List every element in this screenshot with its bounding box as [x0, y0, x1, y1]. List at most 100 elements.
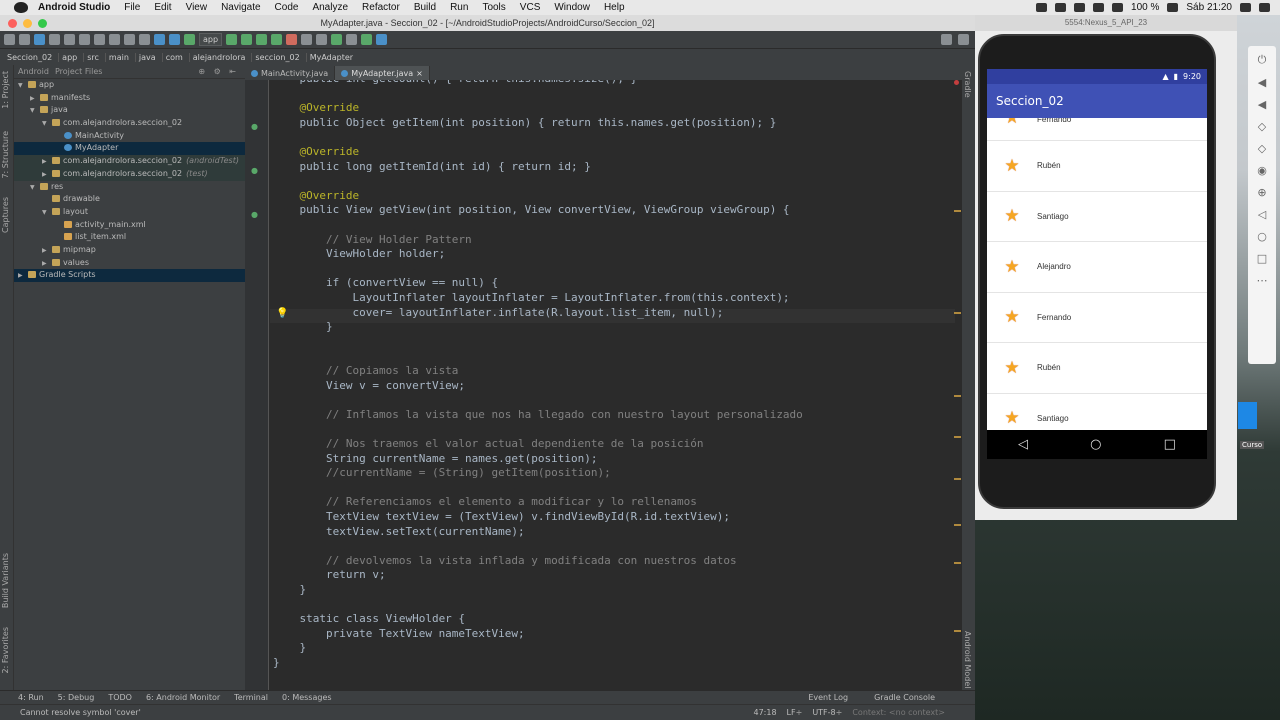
breadcrumb-item[interactable]: Seccion_02 — [4, 52, 60, 62]
breadcrumb-item[interactable]: app — [59, 52, 85, 62]
status-icon[interactable] — [1074, 3, 1086, 12]
status-icon[interactable] — [1036, 3, 1048, 12]
code-line[interactable]: cover= layoutInflater.inflate(R.layout.l… — [273, 306, 723, 321]
warning-marker[interactable] — [954, 562, 961, 564]
sdk-manager-icon[interactable] — [316, 34, 328, 45]
code-line[interactable]: private TextView nameTextView; — [273, 627, 525, 642]
file-encoding[interactable]: UTF-8÷ — [812, 708, 842, 717]
tab-terminal[interactable]: Terminal — [234, 693, 268, 702]
run-config-select[interactable]: app — [199, 33, 223, 46]
warning-marker[interactable] — [954, 210, 961, 212]
apply-changes-icon[interactable] — [271, 34, 283, 45]
more-icon[interactable]: ⋯ — [1257, 274, 1268, 287]
tab-event-log[interactable]: Event Log — [808, 693, 848, 702]
list-item[interactable]: ★ Santiago — [987, 192, 1207, 242]
home-icon[interactable]: ○ — [1090, 437, 1101, 452]
list-item[interactable]: ★ Rubén — [987, 141, 1207, 192]
tab-android-model[interactable]: Android Model — [963, 631, 972, 689]
find-icon[interactable] — [124, 34, 135, 45]
menu-refactor[interactable]: Refactor — [362, 2, 400, 13]
forward-icon[interactable] — [169, 34, 180, 45]
list-item[interactable]: ★Fernando — [987, 118, 1207, 141]
tree-item[interactable]: list_item.xml — [14, 231, 245, 244]
menu-edit[interactable]: Edit — [154, 2, 171, 13]
tree-item[interactable]: ▶ com.alejandrolora.seccion_02 (test) — [14, 167, 245, 181]
back-icon[interactable]: ◁ — [1018, 437, 1028, 452]
zoom-window-button[interactable] — [38, 19, 47, 28]
tree-item[interactable]: ▶ com.alejandrolora.seccion_02 (androidTes… — [14, 155, 245, 168]
apple-icon[interactable] — [14, 2, 28, 13]
code-line[interactable]: TextView textView = (TextView) v.findVie… — [273, 510, 730, 525]
project-view-tab-android[interactable]: Android — [18, 67, 49, 76]
debug-icon[interactable] — [241, 34, 253, 45]
list-item[interactable]: ★Fernando — [987, 293, 1207, 343]
tree-item[interactable]: ▶ values — [14, 257, 245, 270]
tab-debug[interactable]: 5: Debug — [58, 693, 95, 702]
code-line[interactable]: // devolvemos la vista inflada y modific… — [273, 554, 737, 569]
menu-vcs[interactable]: VCS — [520, 2, 541, 13]
code-line[interactable]: // Nos traemos el valor actual dependien… — [273, 437, 704, 452]
overview-icon[interactable]: □ — [1257, 252, 1267, 265]
tree-item[interactable]: ▶ Gradle Scripts — [14, 269, 245, 282]
code-line[interactable]: LayoutInflater layoutInflater = LayoutIn… — [273, 291, 789, 306]
warning-marker[interactable] — [954, 478, 961, 480]
code-line[interactable]: //currentName = (String) getItem(positio… — [273, 466, 611, 481]
override-marker-icon[interactable]: ● — [251, 122, 258, 131]
tree-item[interactable]: ▼ layout — [14, 206, 245, 219]
breadcrumb-item[interactable]: src — [84, 52, 106, 62]
tree-item[interactable]: ▼ java — [14, 104, 245, 117]
project-view-tab-files[interactable]: Project Files — [55, 67, 102, 76]
back-icon[interactable]: ◁ — [1258, 208, 1266, 221]
warning-marker[interactable] — [954, 630, 961, 632]
menu-code[interactable]: Code — [275, 2, 299, 13]
app-menu[interactable]: Android Studio — [38, 2, 110, 13]
rotate-right-icon[interactable]: ◇ — [1258, 142, 1266, 155]
tab-messages[interactable]: 0: Messages — [282, 693, 332, 702]
volume-icon[interactable] — [1112, 3, 1124, 12]
volume-down-icon[interactable]: ◀ — [1258, 98, 1266, 111]
warning-marker[interactable] — [954, 436, 961, 438]
zoom-icon[interactable]: ⊕ — [1257, 186, 1266, 199]
project-structure-icon[interactable] — [301, 34, 313, 45]
tree-item[interactable]: ▼ app — [14, 79, 245, 92]
tab-favorites[interactable]: 2: Favorites — [1, 627, 10, 673]
cut-icon[interactable] — [79, 34, 90, 45]
wifi-icon[interactable] — [1093, 3, 1105, 12]
breadcrumb-item[interactable]: main — [106, 52, 136, 62]
tab-android-monitor[interactable]: 6: Android Monitor — [146, 693, 220, 702]
code-line[interactable]: @Override — [273, 145, 359, 160]
code-line[interactable]: if (convertView == null) { — [273, 276, 498, 291]
code-line[interactable]: @Override — [273, 189, 359, 204]
code-line[interactable]: return v; — [273, 568, 386, 583]
code-line[interactable]: public int getCount() { return this.name… — [273, 80, 637, 87]
power-icon[interactable]: ⏻ — [1258, 53, 1267, 67]
code-line[interactable]: View v = convertView; — [273, 379, 465, 394]
copy-icon[interactable] — [94, 34, 105, 45]
menu-list-icon[interactable] — [1259, 3, 1270, 12]
menu-analyze[interactable]: Analyze — [312, 2, 348, 13]
menu-build[interactable]: Build — [414, 2, 436, 13]
menu-run[interactable]: Run — [450, 2, 468, 13]
override-marker-icon[interactable]: ● — [251, 210, 258, 219]
breadcrumb-item[interactable]: com — [163, 52, 190, 62]
coverage-icon[interactable] — [256, 34, 268, 45]
tab-gradle-console[interactable]: Gradle Console — [874, 693, 935, 702]
tab-mainactivity[interactable]: MainActivity.java — [245, 66, 336, 80]
code-line[interactable]: textView.setText(currentName); — [273, 525, 525, 540]
tab-build-variants[interactable]: Build Variants — [1, 553, 10, 608]
list-item[interactable]: ★ Santiago — [987, 394, 1207, 431]
replace-icon[interactable] — [139, 34, 150, 45]
tab-todo[interactable]: TODO — [108, 693, 132, 702]
gradle-sync-icon[interactable] — [331, 34, 343, 45]
battery-text[interactable]: 100 % — [1131, 2, 1159, 13]
code-line[interactable]: String currentName = names.get(position)… — [273, 452, 598, 467]
code-line[interactable]: ViewHolder holder; — [273, 247, 445, 262]
tab-project[interactable]: 1: Project — [1, 71, 10, 109]
code-line[interactable]: } — [273, 583, 306, 598]
make-project-icon[interactable] — [184, 34, 195, 45]
code-line[interactable]: // Copiamos la vista — [273, 364, 458, 379]
code-line[interactable]: } — [273, 641, 306, 656]
menu-tools[interactable]: Tools — [482, 2, 505, 13]
save-icon[interactable] — [19, 34, 30, 45]
menu-view[interactable]: View — [186, 2, 208, 13]
